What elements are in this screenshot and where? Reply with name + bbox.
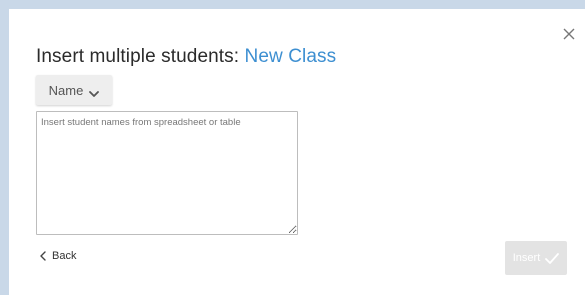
back-label: Back <box>52 250 77 262</box>
chevron-left-icon <box>40 251 46 261</box>
insert-button[interactable]: Insert <box>505 241 567 275</box>
dialog-title: Insert multiple students: New Class <box>36 46 336 68</box>
insert-label: Insert <box>512 252 541 264</box>
back-button[interactable]: Back <box>40 250 76 262</box>
student-names-textarea[interactable] <box>36 111 298 235</box>
insert-students-dialog: Insert multiple students: New Class Name… <box>9 9 585 295</box>
column-type-label: Name <box>48 82 84 98</box>
column-type-dropdown[interactable]: Name <box>36 75 112 105</box>
close-icon[interactable] <box>561 26 577 42</box>
checkmark-icon <box>545 252 560 264</box>
class-name: New Class <box>244 46 337 67</box>
chevron-down-icon <box>89 86 100 97</box>
dialog-title-prefix: Insert multiple students: <box>36 46 245 67</box>
